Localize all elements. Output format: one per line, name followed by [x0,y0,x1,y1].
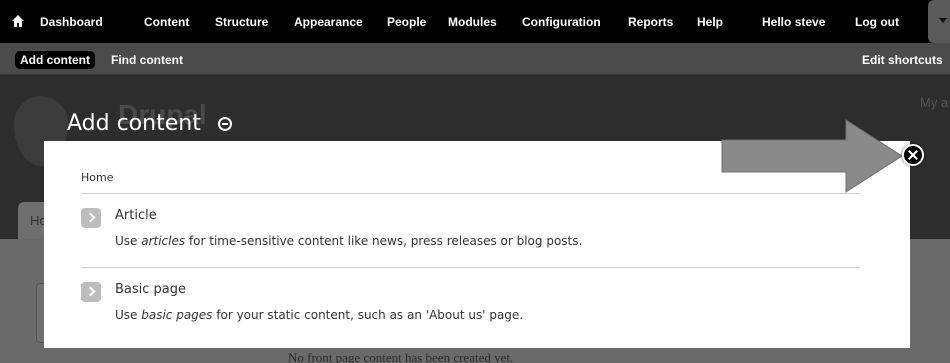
content-type-article-link[interactable]: Article [115,208,157,223]
shortcuts-toggle-button[interactable] [928,0,950,43]
secondary-menu-link: My a [920,95,949,110]
toolbar-item-configuration[interactable]: Configuration [522,15,601,29]
collapse-icon[interactable] [218,117,232,131]
desc-text: for time-sensitive content like news, pr… [185,234,583,248]
home-icon[interactable] [11,14,25,28]
shortcut-add-content[interactable]: Add content [15,51,95,69]
toolbar-item-dashboard[interactable]: Dashboard [40,15,103,29]
overlay-title: Add content [67,111,201,136]
shortcut-find-content[interactable]: Find content [106,51,188,69]
desc-emphasis: articles [141,234,186,248]
shortcut-bar: Add content Find content Edit shortcuts [0,43,950,75]
chevron-right-icon[interactable] [81,282,101,302]
admin-toolbar: Dashboard Content Structure Appearance P… [0,0,950,43]
content-type-article-description: Use articles for time-sensitive content … [115,234,582,248]
logout-link[interactable]: Log out [855,15,899,29]
toolbar-item-structure[interactable]: Structure [215,15,268,29]
user-greeting[interactable]: Hello steve [762,15,825,29]
close-icon[interactable] [902,144,924,166]
toolbar-item-people[interactable]: People [387,15,426,29]
front-page-message: No front page content has been created y… [288,350,514,363]
chevron-right-icon[interactable] [81,208,101,228]
toolbar-item-help[interactable]: Help [697,15,723,29]
desc-text: for your static content, such as an 'Abo… [212,308,524,322]
desc-text: Use [115,308,142,322]
username: steve [794,15,826,29]
edit-shortcuts-link[interactable]: Edit shortcuts [857,51,948,69]
desc-emphasis: basic pages [141,308,213,322]
content-type-basic-page-link[interactable]: Basic page [115,282,186,297]
annotation-arrow-icon [721,119,903,193]
chevron-down-icon [939,18,947,23]
content-type-basic-page-description: Use basic pages for your static content,… [115,308,523,322]
divider [81,267,860,268]
toolbar-item-content[interactable]: Content [144,15,189,29]
toolbar-item-modules[interactable]: Modules [448,15,497,29]
greeting-prefix: Hello [762,15,792,29]
breadcrumb[interactable]: Home [81,171,113,184]
toolbar-item-reports[interactable]: Reports [628,15,673,29]
desc-text: Use [115,234,142,248]
toolbar-item-appearance[interactable]: Appearance [294,15,363,29]
